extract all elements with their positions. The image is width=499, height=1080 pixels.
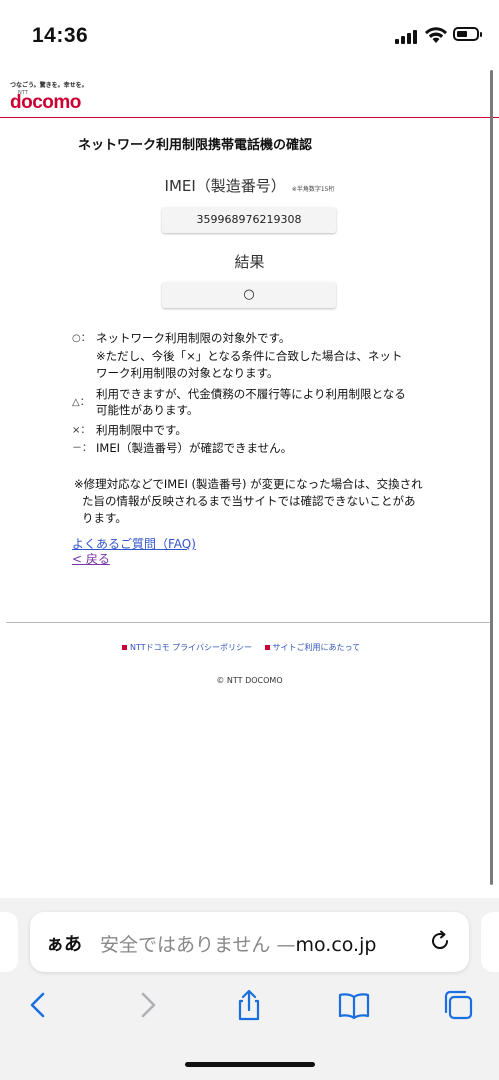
tabs-icon[interactable] (441, 988, 475, 1022)
url-display[interactable]: 安全ではありません —mo.co.jp (100, 930, 376, 957)
status-bar: 14:36 (0, 0, 499, 70)
bookmarks-icon[interactable] (337, 988, 371, 1022)
legend-symbol: ×： (72, 425, 91, 436)
url-security-warning: 安全ではありません — (100, 934, 296, 956)
footer-divider (6, 622, 493, 623)
bullet-icon (264, 645, 270, 650)
share-icon[interactable] (232, 988, 266, 1022)
legend-symbol: △： (72, 397, 90, 408)
result-field: ○ (162, 282, 336, 308)
note-line: ※修理対応などでIMEI (製造番号) が変更になった場合は、交換され (74, 477, 423, 491)
previous-tab-peek[interactable] (0, 912, 18, 972)
forward-icon[interactable] (130, 988, 164, 1022)
browser-toolbar (0, 980, 499, 1030)
legend-text: 利用制限中です。 (96, 423, 187, 437)
cellular-signal-icon (395, 30, 421, 44)
legend-text: IMEI（製造番号）が確認できません。 (96, 441, 293, 455)
scrollbar[interactable] (490, 70, 493, 885)
next-tab-peek[interactable] (481, 912, 499, 972)
privacy-policy-link[interactable]: NTTドコモ プライバシーポリシー (130, 643, 252, 652)
address-bar[interactable]: ぁあ 安全ではありません —mo.co.jp (30, 912, 469, 972)
docomo-logo[interactable]: つなごう。驚きを。幸せを。 NTT docomo (10, 80, 130, 116)
page-settings-button[interactable]: ぁあ (46, 930, 82, 956)
home-indicator[interactable] (185, 1062, 315, 1067)
legend-text: ワーク利用制限の対象となります。 (96, 366, 279, 380)
bullet-icon (122, 645, 127, 650)
imei-label-text: IMEI（製造番号） (164, 177, 286, 195)
result-label: 結果 (234, 253, 265, 271)
status-time: 14:36 (32, 24, 89, 47)
battery-icon (453, 27, 482, 41)
legend-text: ※ただし、今後「×」となる条件に合致した場合は、ネット (96, 349, 403, 363)
logo-tagline: つなごう。驚きを。幸せを。 (10, 82, 88, 89)
legend-text: 利用できますが、代金債務の不履行等により利用制限となる (96, 387, 406, 401)
header-divider (0, 117, 499, 118)
logo-wordmark: docomo (10, 92, 81, 113)
imei-field: 359968976219308 (162, 207, 336, 233)
imei-label: IMEI（製造番号） ※半角数字15桁 (0, 175, 499, 196)
url-domain: mo.co.jp (295, 934, 377, 956)
imei-note: ※半角数字15桁 (291, 186, 335, 193)
back-link[interactable]: < 戻る (72, 550, 110, 567)
imei-change-note: ※修理対応などでIMEI (製造番号) が変更になった場合は、交換され た旨の情… (74, 476, 444, 527)
terms-of-use-link[interactable]: サイトご利用にあたって (273, 643, 361, 652)
wifi-icon (425, 27, 447, 43)
back-icon[interactable] (22, 988, 56, 1022)
page-title: ネットワーク利用制限携帯電話機の確認 (78, 138, 313, 153)
legend-symbol: ○： (72, 333, 91, 344)
legend-text: ネットワーク利用制限の対象外です。 (96, 331, 291, 345)
legend-symbol: －： (72, 443, 92, 454)
reload-icon[interactable] (428, 929, 452, 953)
footer-links: NTTドコモ プライバシーポリシー サイトご利用にあたって (122, 642, 370, 653)
legend-text: 可能性があります。 (96, 403, 199, 417)
copyright: © NTT DOCOMO (216, 676, 283, 685)
note-line: ります。 (82, 511, 127, 525)
note-line: た旨の情報が反映されるまで当サイトでは確認できないことがあ (82, 494, 416, 508)
